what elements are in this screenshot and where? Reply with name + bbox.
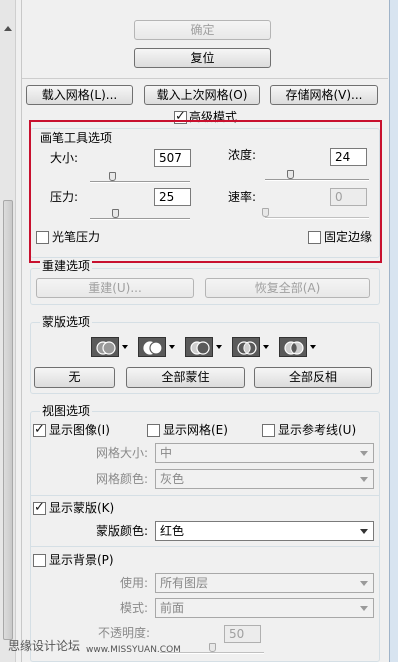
pressure-slider-track[interactable] xyxy=(90,218,190,220)
reconstruct-title: 重建选项 xyxy=(40,258,93,274)
opacity-label: 不透明度: xyxy=(98,626,151,640)
show-mesh-checkbox[interactable] xyxy=(147,424,160,437)
chevron-down-icon xyxy=(360,451,368,456)
load-last-mesh-button[interactable]: 载入上次网格(O) xyxy=(144,85,260,105)
scrollbar-thumb[interactable] xyxy=(3,200,13,640)
chevron-down-icon xyxy=(360,606,368,611)
view-separator xyxy=(30,495,380,496)
mask-invert-icon[interactable] xyxy=(279,337,307,357)
separator xyxy=(22,78,388,79)
mode-select[interactable]: 前面 xyxy=(155,598,374,618)
mask-add-dropdown-icon[interactable] xyxy=(169,345,175,349)
scroll-up-arrow-icon[interactable] xyxy=(4,26,12,31)
mesh-color-value: 灰色 xyxy=(160,472,185,486)
chevron-down-icon xyxy=(360,581,368,586)
mask-intersect-icon[interactable] xyxy=(232,337,260,357)
mesh-size-value: 中 xyxy=(160,446,173,460)
rate-label: 速率: xyxy=(228,190,257,204)
mask-color-label: 蒙版颜色: xyxy=(96,524,149,538)
size-slider-track[interactable] xyxy=(90,181,190,183)
show-mask-label: 显示蒙版(K) xyxy=(49,501,115,515)
mesh-color-select[interactable]: 灰色 xyxy=(155,469,374,489)
use-select[interactable]: 所有图层 xyxy=(155,573,374,593)
use-label: 使用: xyxy=(120,576,149,590)
invert-all-button[interactable]: 全部反相 xyxy=(254,367,372,388)
view-separator-2 xyxy=(30,546,380,547)
mask-color-value: 红色 xyxy=(160,524,185,538)
mode-value: 前面 xyxy=(160,601,185,615)
panel-divider xyxy=(21,0,22,662)
ok-button[interactable]: 确定 xyxy=(134,20,271,40)
pressure-input[interactable]: 25 xyxy=(154,188,191,206)
load-mesh-button[interactable]: 载入网格(L)... xyxy=(26,85,133,105)
opacity-slider-thumb[interactable] xyxy=(209,643,216,652)
use-value: 所有图层 xyxy=(160,576,209,590)
mask-title: 蒙版选项 xyxy=(40,314,93,330)
show-guides-checkbox[interactable] xyxy=(262,424,275,437)
show-guides-label: 显示参考线(U) xyxy=(278,423,357,437)
chevron-down-icon xyxy=(360,529,368,534)
view-title: 视图选项 xyxy=(40,403,93,419)
mesh-size-label: 网格大小: xyxy=(96,446,149,460)
density-slider-thumb[interactable] xyxy=(287,170,294,179)
stylus-pressure-checkbox[interactable] xyxy=(36,231,49,244)
density-slider-track[interactable] xyxy=(265,179,369,181)
opacity-input[interactable]: 50 xyxy=(224,625,261,643)
mask-invert-dropdown-icon[interactable] xyxy=(310,345,316,349)
mesh-color-label: 网格颜色: xyxy=(96,472,149,486)
brush-options-title: 画笔工具选项 xyxy=(40,131,113,145)
pressure-slider-thumb[interactable] xyxy=(112,209,119,218)
rebuild-button[interactable]: 重建(U)... xyxy=(36,278,194,298)
stylus-pressure-label: 光笔压力 xyxy=(52,230,101,244)
density-label: 浓度: xyxy=(228,148,257,162)
density-input[interactable]: 24 xyxy=(330,148,367,166)
pin-edges-checkbox[interactable] xyxy=(308,231,321,244)
mask-subtract-icon[interactable] xyxy=(185,337,213,357)
mask-subtract-dropdown-icon[interactable] xyxy=(216,345,222,349)
mask-intersect-dropdown-icon[interactable] xyxy=(263,345,269,349)
mask-add-icon[interactable] xyxy=(138,337,166,357)
restore-all-button[interactable]: 恢复全部(A) xyxy=(205,278,370,298)
show-backdrop-label: 显示背景(P) xyxy=(49,553,114,567)
show-backdrop-checkbox[interactable] xyxy=(33,554,46,567)
mask-replace-dropdown-icon[interactable] xyxy=(122,345,128,349)
reset-button[interactable]: 复位 xyxy=(134,48,271,68)
mask-none-button[interactable]: 无 xyxy=(34,367,115,388)
pin-edges-label: 固定边缘 xyxy=(324,230,373,244)
right-edge xyxy=(389,0,398,662)
show-mask-checkbox[interactable] xyxy=(33,500,46,515)
size-input[interactable]: 507 xyxy=(154,149,191,167)
mask-color-select[interactable]: 红色 xyxy=(155,521,374,541)
mesh-size-select[interactable]: 中 xyxy=(155,443,374,463)
show-mesh-label: 显示网格(E) xyxy=(163,423,228,437)
chevron-down-icon xyxy=(360,477,368,482)
rate-input[interactable]: 0 xyxy=(330,188,367,206)
show-image-checkbox[interactable] xyxy=(33,422,46,437)
watermark-right: www.MISSYUAN.COM xyxy=(86,645,181,655)
pressure-label: 压力: xyxy=(50,190,79,204)
rate-slider-track[interactable] xyxy=(265,217,369,219)
save-mesh-button[interactable]: 存储网格(V)... xyxy=(270,85,378,105)
mask-replace-icon[interactable] xyxy=(91,337,119,357)
watermark-left: 思缘设计论坛 xyxy=(8,639,81,653)
mask-all-button[interactable]: 全部蒙住 xyxy=(126,367,245,388)
size-label: 大小: xyxy=(50,151,79,165)
size-slider-thumb[interactable] xyxy=(109,172,116,181)
mode-label: 模式: xyxy=(120,601,149,615)
show-image-label: 显示图像(I) xyxy=(49,423,110,437)
rate-slider-thumb[interactable] xyxy=(262,208,269,217)
